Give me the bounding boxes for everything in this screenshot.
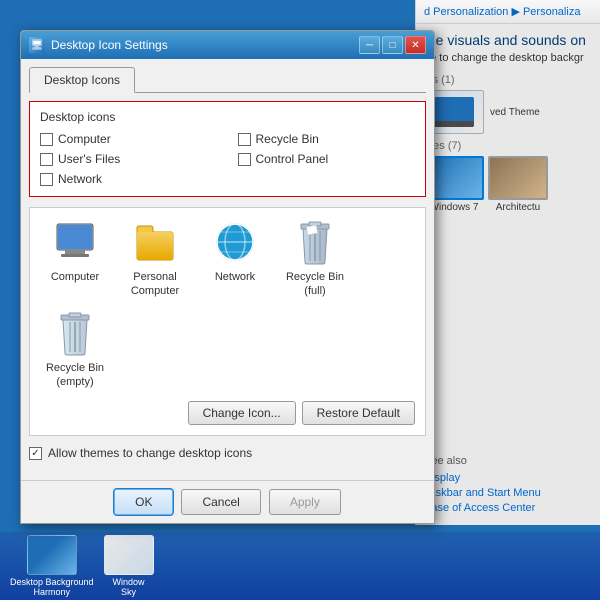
checkbox-computer[interactable]: Computer <box>40 132 218 146</box>
recycle-bin-full-icon <box>291 218 339 266</box>
theme-label-arch: Architectu <box>496 202 540 213</box>
maximize-button[interactable]: □ <box>382 36 403 54</box>
checkbox-network-label: Network <box>58 172 102 186</box>
dialog: 🖥 Desktop Icon Settings ─ □ ✕ Desktop Ic… <box>20 30 435 524</box>
link-display[interactable]: Display <box>424 472 592 484</box>
dialog-controls: ─ □ ✕ <box>359 36 426 54</box>
see-also-section: See also Display Taskbar and Start Menu … <box>415 447 600 525</box>
icon-item-recycle-empty[interactable]: Recycle Bin(empty) <box>40 309 110 390</box>
allow-themes-checkbox[interactable] <box>29 447 42 460</box>
theme-label-win7: Windows 7 <box>430 202 479 213</box>
dialog-footer: OK Cancel Apply <box>21 480 434 523</box>
checkbox-control-panel-label: Control Panel <box>256 152 329 166</box>
allow-themes-label: Allow themes to change desktop icons <box>48 446 252 460</box>
taskbar-item-window[interactable]: WindowSky <box>104 535 154 597</box>
checkbox-recycle-bin[interactable]: Recycle Bin <box>238 132 416 146</box>
themes-label: mes (7) <box>424 140 592 152</box>
icon-item-computer[interactable]: Computer <box>40 218 110 299</box>
checkboxes-title: Desktop icons <box>40 110 415 124</box>
ok-button[interactable]: OK <box>114 489 173 515</box>
personal-computer-icon <box>131 218 179 266</box>
checkbox-recycle-bin-label: Recycle Bin <box>256 132 319 146</box>
icon-item-personal[interactable]: PersonalComputer <box>120 218 190 299</box>
taskbar-thumb-window <box>104 535 154 575</box>
checkbox-recycle-bin-input[interactable] <box>238 133 251 146</box>
checkbox-computer-label: Computer <box>58 132 111 146</box>
tab-strip: Desktop Icons <box>29 67 426 93</box>
saved-label: ies (1) <box>424 74 592 86</box>
restore-default-button[interactable]: Restore Default <box>302 401 415 425</box>
dialog-title-text: Desktop Icon Settings <box>51 38 168 52</box>
icon-item-recycle-full[interactable]: Recycle Bin(full) <box>280 218 350 299</box>
taskbar-item-desktop-bg[interactable]: Desktop BackgroundHarmony <box>10 535 94 597</box>
panel-main-text: the visuals and sounds on <box>424 32 592 48</box>
cancel-button[interactable]: Cancel <box>181 489 260 515</box>
checkbox-network-input[interactable] <box>40 173 53 186</box>
see-also-title: See also <box>424 455 592 467</box>
icon-action-buttons: Change Icon... Restore Default <box>40 395 415 425</box>
network-icon <box>211 218 259 266</box>
checkbox-control-panel[interactable]: Control Panel <box>238 152 416 166</box>
checkbox-network[interactable]: Network <box>40 172 218 186</box>
icon-label-recycle-empty: Recycle Bin(empty) <box>46 361 104 390</box>
checkbox-users-files-input[interactable] <box>40 153 53 166</box>
dialog-title-left: 🖥 Desktop Icon Settings <box>29 37 168 53</box>
checkbox-users-files-label: User's Files <box>58 152 120 166</box>
taskbar: Desktop BackgroundHarmony WindowSky <box>0 532 600 600</box>
taskbar-label-desktop-bg: Desktop BackgroundHarmony <box>10 577 94 597</box>
icon-label-computer: Computer <box>51 270 99 284</box>
apply-button[interactable]: Apply <box>269 489 341 515</box>
checkbox-grid: Computer Recycle Bin User's Files Contro… <box>40 132 415 186</box>
allow-themes-row[interactable]: Allow themes to change desktop icons <box>29 446 426 460</box>
theme-thumb-arch <box>488 156 548 200</box>
icons-grid: Computer <box>40 218 415 389</box>
icon-label-recycle-full: Recycle Bin(full) <box>286 270 344 299</box>
checkbox-control-panel-input[interactable] <box>238 153 251 166</box>
taskbar-label-window: WindowSky <box>113 577 145 597</box>
link-ease[interactable]: Ease of Access Center <box>424 502 592 514</box>
recycle-bin-empty-icon <box>51 309 99 357</box>
panel-sub-text: ne to change the desktop backgr <box>424 52 592 64</box>
checkbox-computer-input[interactable] <box>40 133 53 146</box>
icons-section: Computer <box>29 207 426 436</box>
icon-img-recycle-full <box>291 218 339 266</box>
dialog-content: Desktop Icons Desktop icons Computer Rec… <box>21 59 434 480</box>
icon-img-recycle-empty <box>51 309 99 357</box>
close-button[interactable]: ✕ <box>405 36 426 54</box>
saved-theme-label: ved Theme <box>490 107 540 118</box>
themes-row: Windows 7 Architectu <box>424 156 592 213</box>
theme-item-arch[interactable]: Architectu <box>488 156 548 213</box>
personalization-panel: d Personalization ▶ Personaliza the visu… <box>415 0 600 490</box>
icon-label-personal: PersonalComputer <box>131 270 179 299</box>
icon-img-personal <box>131 218 179 266</box>
checkbox-users-files[interactable]: User's Files <box>40 152 218 166</box>
dialog-titlebar: 🖥 Desktop Icon Settings ─ □ ✕ <box>21 31 434 59</box>
link-taskbar[interactable]: Taskbar and Start Menu <box>424 487 592 499</box>
checkboxes-section: Desktop icons Computer Recycle Bin User'… <box>29 101 426 197</box>
tab-desktop-icons[interactable]: Desktop Icons <box>29 67 135 93</box>
icon-item-network[interactable]: Network <box>200 218 270 299</box>
minimize-button[interactable]: ─ <box>359 36 380 54</box>
breadcrumb: d Personalization ▶ Personaliza <box>416 0 600 24</box>
icon-img-computer <box>51 218 99 266</box>
icon-img-network <box>211 218 259 266</box>
taskbar-thumb-desktop-bg <box>27 535 77 575</box>
computer-icon <box>51 218 99 266</box>
icon-label-network: Network <box>215 270 255 284</box>
saved-theme-item[interactable]: ved Theme <box>424 90 592 134</box>
dialog-icon: 🖥 <box>29 37 45 53</box>
change-icon-button[interactable]: Change Icon... <box>188 401 296 425</box>
